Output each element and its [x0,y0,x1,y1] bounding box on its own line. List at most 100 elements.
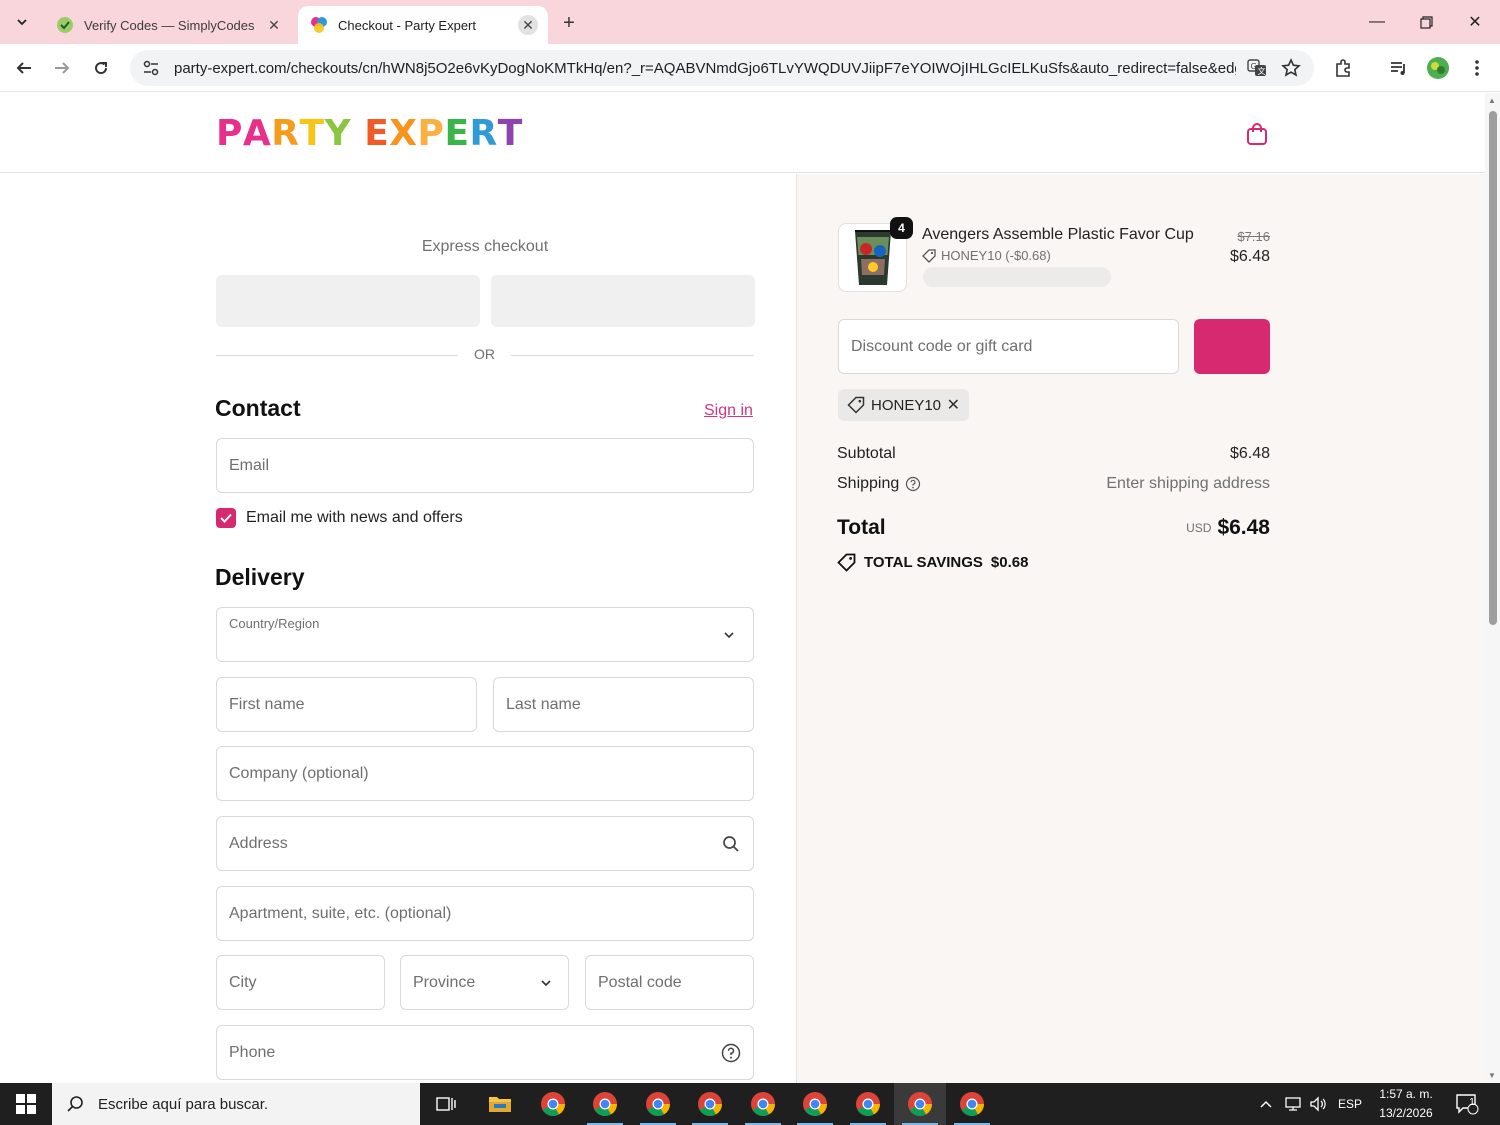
show-hidden-icons-button[interactable] [1254,1083,1278,1125]
browser-menu-button[interactable] [1463,54,1491,82]
or-divider-text: OR [474,346,495,362]
express-checkout-label: Express checkout [421,238,549,255]
divider-left [216,355,458,356]
extensions-button[interactable] [1329,54,1357,82]
close-window-button[interactable]: ✕ [1452,0,1498,44]
city-placeholder: City [229,973,257,991]
tab-party-expert[interactable]: Checkout - Party Expert ✕ [298,6,548,44]
chrome-icon [803,1092,827,1117]
chrome-taskbar-button[interactable] [842,1083,894,1125]
apply-discount-button[interactable] [1194,319,1270,374]
volume-button[interactable] [1306,1083,1330,1125]
chrome-taskbar-button[interactable] [946,1083,998,1125]
windows-logo-icon [16,1094,36,1114]
first-name-field[interactable]: First name [216,677,477,732]
last-name-field[interactable]: Last name [493,677,754,732]
site-settings-icon[interactable] [142,59,160,77]
checkmark-icon [220,513,232,523]
logo-letter: R [271,113,300,154]
express-pay-button-1[interactable] [216,275,480,327]
shopping-bag-icon[interactable] [1244,121,1270,147]
chrome-taskbar-button[interactable] [789,1083,841,1125]
avengers-cup-image [854,229,891,285]
newsletter-checkbox[interactable] [216,508,236,528]
new-tab-button[interactable]: + [556,10,582,36]
scroll-up-icon[interactable]: ▲ [1488,96,1496,105]
chrome-icon [908,1092,932,1117]
chrome-taskbar-button[interactable] [579,1083,631,1125]
postal-code-field[interactable]: Postal code [585,955,754,1010]
scrollbar-thumb[interactable] [1489,111,1497,625]
divider-right [511,355,754,356]
input-language[interactable]: ESP [1334,1083,1366,1125]
logo-letter: Y [324,113,352,154]
company-field[interactable]: Company (optional) [216,746,754,801]
delivery-title: Delivery [215,564,305,590]
chevron-down-icon [536,973,556,993]
help-circle-icon[interactable] [905,476,921,492]
address-bar[interactable]: party-expert.com/checkouts/cn/hWN8j5O2e6… [130,50,1314,86]
sign-in-link[interactable]: Sign in [704,402,753,420]
playlist-icon [1391,62,1405,75]
clock-date: 13/2/2026 [1379,1106,1433,1120]
tag-icon [922,248,936,263]
checkout-page: PARTY EXPERT Express checkout OR Contact… [0,93,1485,1083]
taskbar-search-box[interactable]: Escribe aquí para buscar. [52,1083,420,1125]
total-amount: USD $6.48 [1070,516,1270,540]
notifications-button[interactable]: 1 [1452,1083,1482,1125]
file-explorer-button[interactable] [474,1083,526,1125]
translate-icon[interactable]: G文 [1244,55,1270,81]
tab-close-icon[interactable]: ✕ [264,15,284,35]
logo-letter: X [389,113,418,154]
tab-title: Checkout - Party Expert [338,17,476,33]
forward-button[interactable] [48,54,76,82]
tab-simplycodes[interactable]: Verify Codes — SimplyCodes ✕ [44,6,294,44]
tag-icon [847,396,865,414]
restore-button[interactable] [1403,0,1449,44]
province-select[interactable]: Province [400,955,569,1010]
minimize-button[interactable]: — [1354,0,1400,44]
discount-code-field[interactable]: Discount code or gift card [838,319,1179,374]
apartment-field[interactable]: Apartment, suite, etc. (optional) [216,886,754,941]
start-button[interactable] [0,1083,52,1125]
network-icon [1285,1097,1301,1111]
network-button[interactable] [1281,1083,1305,1125]
tab-search-button[interactable] [8,8,36,36]
chrome-taskbar-button[interactable] [632,1083,684,1125]
shipping-label: Shipping [837,475,900,492]
search-icon[interactable] [721,834,741,854]
svg-text:文: 文 [1258,66,1266,76]
express-pay-button-2[interactable] [491,275,755,327]
loading-placeholder [923,267,1111,287]
page-scrollbar[interactable]: ▲ ▼ [1485,93,1500,1083]
help-circle-icon[interactable] [721,1043,741,1063]
chrome-taskbar-button[interactable] [894,1083,946,1125]
tab-close-icon[interactable]: ✕ [518,15,538,35]
task-view-button[interactable] [420,1083,472,1125]
remove-discount-icon[interactable]: ✕ [947,395,960,415]
profile-avatar[interactable] [1424,54,1452,82]
newsletter-label[interactable]: Email me with news and offers [246,509,463,527]
taskbar-search-placeholder: Escribe aquí para buscar. [98,1095,269,1113]
search-icon [67,1096,83,1112]
party-expert-logo[interactable]: PARTY EXPERT [216,113,523,154]
city-field[interactable]: City [216,955,385,1010]
chrome-taskbar-button[interactable] [737,1083,789,1125]
chrome-icon [646,1092,670,1117]
kebab-menu-icon [1475,60,1479,76]
address-field[interactable]: Address [216,816,754,871]
system-clock[interactable]: 1:57 a. m. 13/2/2026 [1370,1085,1442,1123]
country-select[interactable]: Country/Region [216,607,754,662]
back-button[interactable] [10,54,38,82]
chrome-taskbar-button[interactable] [684,1083,736,1125]
email-field[interactable]: Email [216,438,754,493]
bookmark-star-icon[interactable] [1278,55,1304,81]
media-control-button[interactable] [1385,54,1413,82]
reload-button[interactable] [87,54,115,82]
chrome-taskbar-button[interactable] [527,1083,579,1125]
logo-letter: P [216,113,243,154]
phone-field[interactable]: Phone [216,1025,754,1080]
url-text[interactable]: party-expert.com/checkouts/cn/hWN8j5O2e6… [174,60,1236,77]
browser-toolbar: party-expert.com/checkouts/cn/hWN8j5O2e6… [0,44,1500,92]
scroll-down-icon[interactable]: ▼ [1488,1071,1496,1080]
